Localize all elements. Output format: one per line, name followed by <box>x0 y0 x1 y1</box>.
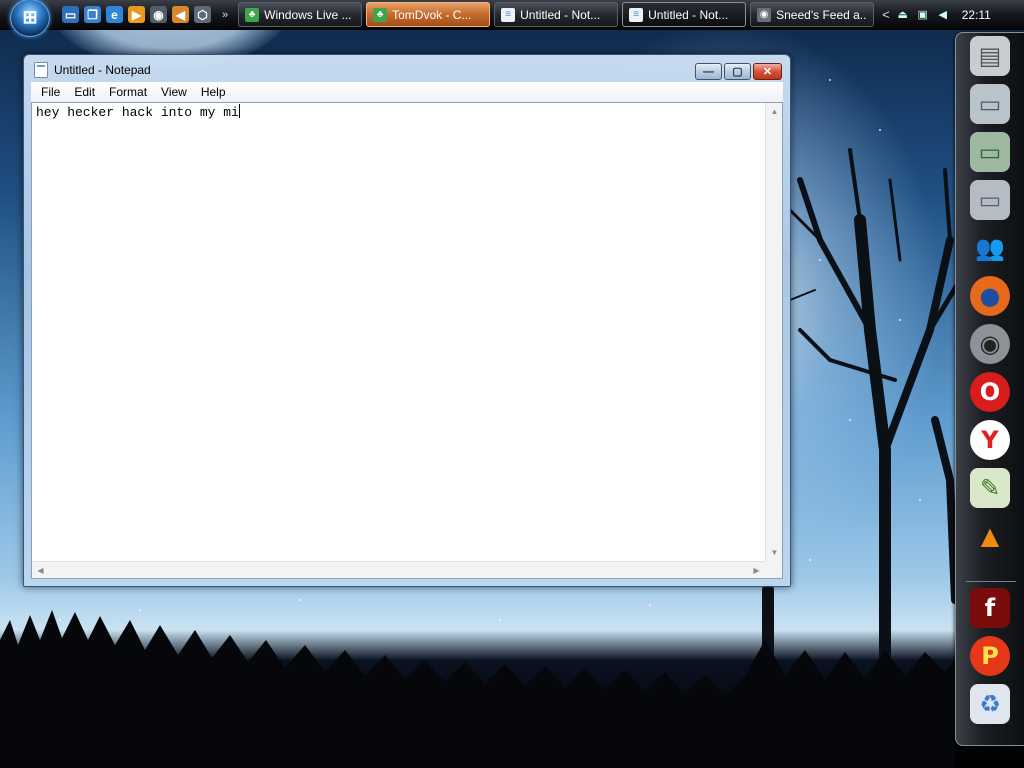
notepad-window: Untitled - Notepad — ▢ ✕ File Edit Forma… <box>23 54 791 587</box>
messenger-contacts-icon[interactable]: 👥 <box>968 227 1012 269</box>
computer-icon[interactable]: ▤ <box>968 35 1012 77</box>
horizontal-scrollbar[interactable]: ◀ ▶ <box>32 561 765 578</box>
close-button[interactable]: ✕ <box>753 63 782 80</box>
speaker-icon[interactable]: ◀ <box>936 8 950 22</box>
messenger-icon: ♣ <box>245 7 260 22</box>
recycle-bin-glyph: ♻ <box>970 684 1010 724</box>
notepad-icon: ≡ <box>629 7 644 22</box>
firefox-icon[interactable]: ● <box>968 275 1012 317</box>
messenger-contacts-glyph: 👥 <box>975 234 1005 262</box>
scroll-right-icon[interactable]: ▶ <box>748 562 765 579</box>
computer-glyph: ▤ <box>970 36 1010 76</box>
notepad-plus-glyph: ✎ <box>970 468 1010 508</box>
clock[interactable]: 22:11 <box>962 8 991 22</box>
volume-icon[interactable]: ◀ <box>172 6 189 23</box>
control-panel-folder-icon[interactable]: ▭ <box>968 179 1012 221</box>
quick-launch: ▭ ❐ e ▶ ◉ ◀ ⬡ » <box>62 6 228 23</box>
tray-expand-button[interactable]: < <box>882 7 890 22</box>
messenger-icon: ♣ <box>373 7 388 22</box>
notepad-icon <box>34 62 48 78</box>
network-icon[interactable]: ▣ <box>916 8 930 22</box>
flash-icon[interactable]: f <box>968 587 1012 629</box>
dock-separator <box>966 581 1016 582</box>
menu-file[interactable]: File <box>34 85 67 99</box>
window-title: Untitled - Notepad <box>54 63 151 77</box>
maximize-button[interactable]: ▢ <box>724 63 751 80</box>
rss-reader-icon: ◉ <box>757 7 772 22</box>
switch-windows-icon[interactable]: ❐ <box>84 6 101 23</box>
text-area[interactable]: hey hecker hack into my mi <box>35 103 764 560</box>
quick-launch-more-button[interactable]: » <box>222 9 228 21</box>
task-buttons: ♣ Windows Live ... ♣ TomDvok - C... ≡ Un… <box>238 2 875 27</box>
task-label: TomDvok - C... <box>392 7 472 22</box>
scroll-left-icon[interactable]: ◀ <box>32 562 49 579</box>
media-player-icon[interactable]: ▶ <box>128 6 145 23</box>
recycle-bin-icon[interactable]: ♻ <box>968 683 1012 725</box>
scroll-up-icon[interactable]: ▲ <box>766 103 783 120</box>
menu-edit[interactable]: Edit <box>67 85 102 99</box>
flash-glyph: f <box>970 588 1010 628</box>
editor: hey hecker hack into my mi ▲ ▼ ◀ ▶ <box>31 102 783 579</box>
yandex-glyph: Y <box>970 420 1010 460</box>
start-button[interactable]: ⊞ <box>10 0 50 37</box>
show-desktop-icon[interactable]: ▭ <box>62 6 79 23</box>
safely-remove-hardware-icon[interactable]: ⏏ <box>896 8 910 22</box>
task-label: Untitled - Not... <box>648 7 729 22</box>
title-bar[interactable]: Untitled - Notepad — ▢ ✕ <box>24 55 790 85</box>
vlc-icon[interactable]: ▲ <box>968 515 1012 557</box>
vlc-glyph: ▲ <box>980 522 1000 550</box>
task-button-tomdvok[interactable]: ♣ TomDvok - C... <box>366 2 491 27</box>
task-button-windows-live[interactable]: ♣ Windows Live ... <box>238 2 363 27</box>
rss-raccoon-icon[interactable]: ◉ <box>968 323 1012 365</box>
scroll-down-icon[interactable]: ▼ <box>766 544 783 561</box>
control-panel-folder-glyph: ▭ <box>970 180 1010 220</box>
opera-glyph: O <box>970 372 1010 412</box>
text-caret <box>238 104 240 118</box>
virtualbox-icon[interactable]: ⬡ <box>194 6 211 23</box>
windows-logo-icon: ⊞ <box>22 7 38 27</box>
green-folder-glyph: ▭ <box>970 132 1010 172</box>
vertical-scrollbar[interactable]: ▲ ▼ <box>765 103 782 561</box>
menu-view[interactable]: View <box>154 85 194 99</box>
yandex-icon[interactable]: Y <box>968 419 1012 461</box>
opera-icon[interactable]: O <box>968 371 1012 413</box>
close-icon: ✕ <box>762 66 773 78</box>
pidgin-p-icon[interactable]: P <box>968 635 1012 677</box>
task-label: Windows Live ... <box>264 7 352 22</box>
task-button-sneeds-feed[interactable]: ◉ Sneed's Feed a... <box>750 2 875 27</box>
menu-bar: File Edit Format View Help <box>31 82 783 102</box>
notepad-icon: ≡ <box>501 7 516 22</box>
pidgin-p-glyph: P <box>970 636 1010 676</box>
firefox-glyph: ● <box>970 276 1010 316</box>
task-button-notepad-2[interactable]: ≡ Untitled - Not... <box>622 2 747 27</box>
documents-folder-icon[interactable]: ▭ <box>968 83 1012 125</box>
task-label: Sneed's Feed a... <box>776 7 868 22</box>
taskbar: ⊞ ▭ ❐ e ▶ ◉ ◀ ⬡ » ♣ Windows Live ... ♣ T… <box>0 0 1024 37</box>
dock-bar: ▤ ▭ ▭ ▭ 👥 ● ◉ O Y ✎ ▲ f P ♻ <box>955 32 1024 746</box>
rss-reader-icon[interactable]: ◉ <box>150 6 167 23</box>
window-controls: — ▢ ✕ <box>695 63 782 80</box>
green-folder-icon[interactable]: ▭ <box>968 131 1012 173</box>
minimize-icon: — <box>703 65 714 78</box>
menu-help[interactable]: Help <box>194 85 233 99</box>
document-text: hey hecker hack into my mi <box>36 105 239 120</box>
documents-folder-glyph: ▭ <box>970 84 1010 124</box>
task-label: Untitled - Not... <box>520 7 601 22</box>
task-button-notepad-1[interactable]: ≡ Untitled - Not... <box>494 2 619 27</box>
notepad-plus-icon[interactable]: ✎ <box>968 467 1012 509</box>
resize-grip-icon[interactable] <box>765 561 782 578</box>
internet-explorer-icon[interactable]: e <box>106 6 123 23</box>
maximize-icon: ▢ <box>732 66 743 78</box>
minimize-button[interactable]: — <box>695 63 722 80</box>
rss-raccoon-glyph: ◉ <box>970 324 1010 364</box>
system-tray: < ⏏ ▣ ◀ 22:11 <box>882 7 991 22</box>
menu-format[interactable]: Format <box>102 85 154 99</box>
